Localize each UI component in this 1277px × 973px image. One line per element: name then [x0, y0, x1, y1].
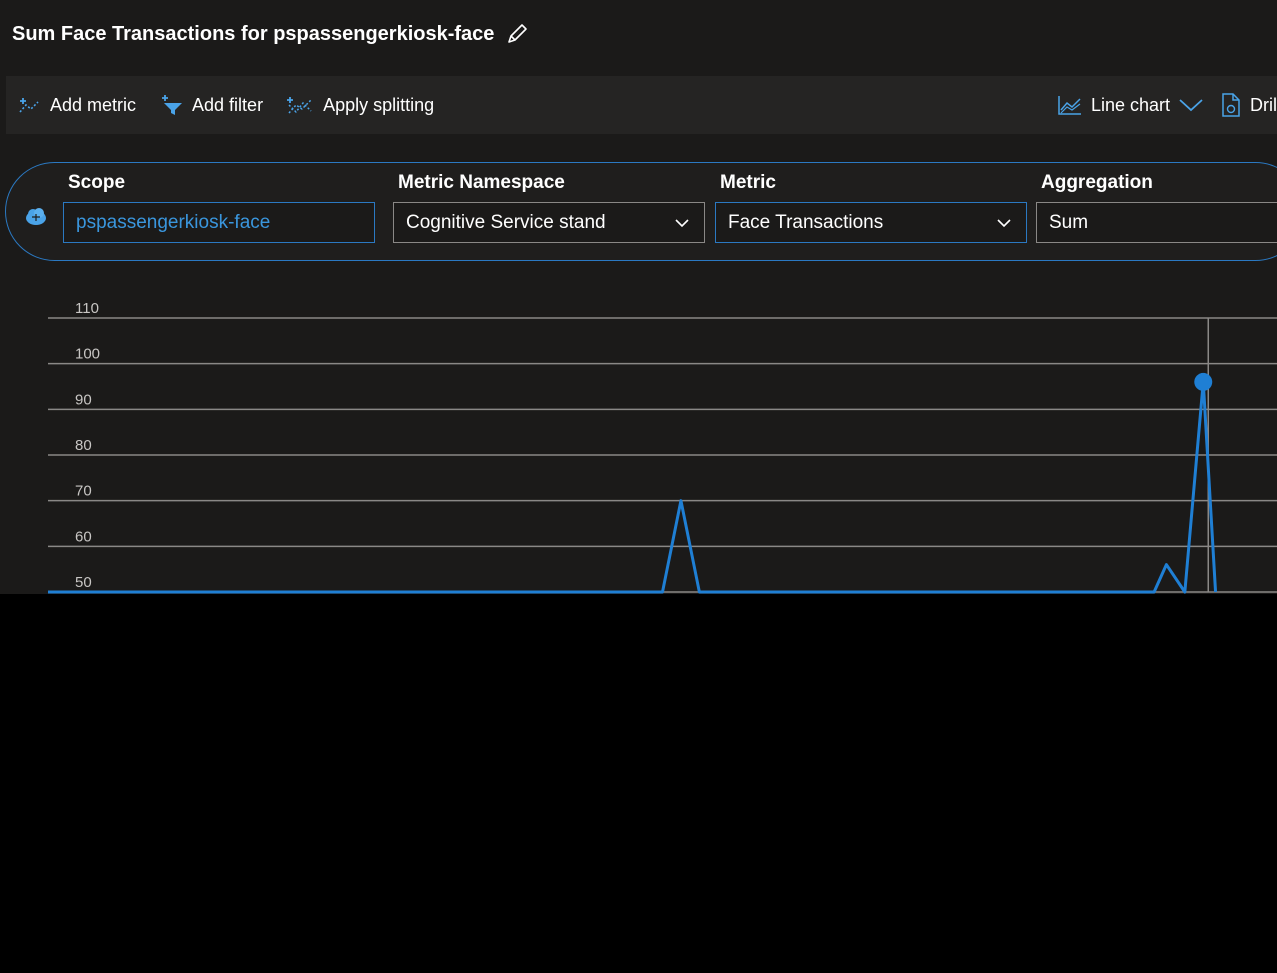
y-tick-label: 60: [75, 528, 92, 545]
chart-title-row: Sum Face Transactions for pspassengerkio…: [12, 16, 530, 52]
metric-label: Metric: [720, 172, 776, 193]
scope-value: pspassengerkiosk-face: [76, 211, 271, 233]
add-metric-icon: [19, 98, 39, 113]
cognitive-service-icon: [26, 208, 46, 225]
metrics-line-chart[interactable]: 110 100 90 80 70 60 50: [0, 290, 1277, 594]
drill-label: Dril: [1250, 94, 1277, 115]
chart-type-label: Line chart: [1090, 94, 1170, 115]
logs-icon: [1222, 93, 1240, 117]
splitting-icon: [287, 97, 312, 114]
add-metric-label: Add metric: [50, 94, 137, 115]
y-tick-label: 100: [75, 346, 100, 363]
series-line[interactable]: [48, 380, 1218, 594]
aggregation-dropdown[interactable]: Sum: [1036, 202, 1277, 243]
aggregation-label: Aggregation: [1041, 172, 1153, 193]
drill-into-logs-button[interactable]: Dril: [1212, 85, 1277, 125]
y-tick-label: 50: [75, 574, 92, 591]
chart-type-dropdown[interactable]: Line chart: [1049, 85, 1212, 125]
chevron-down-icon: [675, 218, 689, 227]
add-filter-label: Add filter: [192, 94, 264, 115]
y-tick-label: 80: [75, 437, 92, 454]
hover-data-point[interactable]: [1194, 372, 1213, 391]
scope-label: Scope: [68, 172, 126, 193]
y-tick-label: 110: [75, 300, 99, 317]
line-chart-icon: [1058, 96, 1081, 115]
namespace-dropdown[interactable]: Cognitive Service stand: [393, 202, 705, 243]
namespace-value: Cognitive Service stand: [406, 211, 606, 233]
chevron-down-icon: [1179, 99, 1203, 112]
scope-input[interactable]: pspassengerkiosk-face: [63, 202, 375, 243]
chevron-down-icon: [997, 218, 1011, 227]
pencil-icon[interactable]: [504, 21, 530, 47]
namespace-label: Metric Namespace: [398, 172, 565, 193]
chart-title: Sum Face Transactions for pspassengerkio…: [12, 22, 495, 45]
metric-dropdown[interactable]: Face Transactions: [715, 202, 1027, 243]
metric-value: Face Transactions: [728, 211, 884, 233]
add-filter-button[interactable]: Add filter: [146, 85, 273, 125]
chart-toolbar: Add metric Add filter Apply splitting Li…: [6, 76, 1277, 134]
add-metric-button[interactable]: Add metric: [6, 85, 146, 125]
metrics-panel: Sum Face Transactions for pspassengerkio…: [0, 0, 1277, 594]
filter-icon: [162, 95, 183, 115]
apply-splitting-button[interactable]: Apply splitting: [273, 85, 444, 125]
y-tick-label: 70: [75, 483, 92, 500]
aggregation-value: Sum: [1049, 211, 1089, 233]
y-tick-label: 90: [75, 391, 92, 408]
apply-splitting-label: Apply splitting: [323, 94, 435, 115]
